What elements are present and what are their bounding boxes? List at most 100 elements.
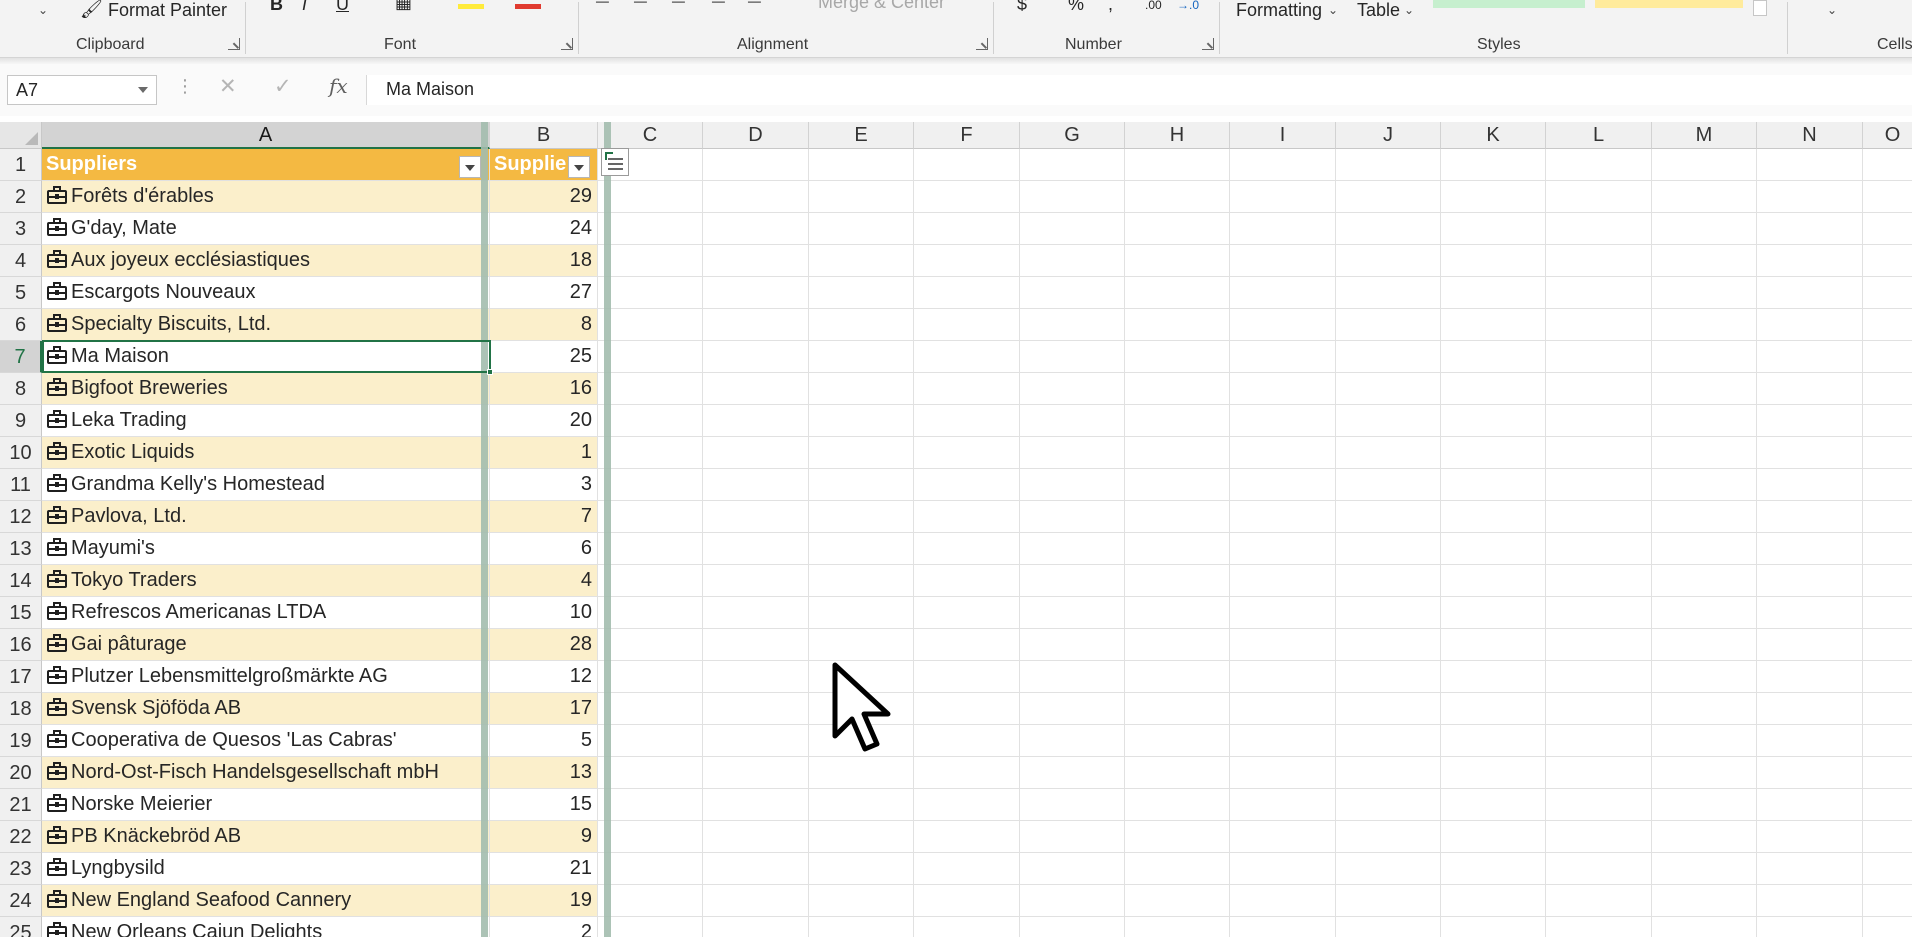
empty-cell[interactable]	[1863, 309, 1912, 341]
empty-cell[interactable]	[1757, 469, 1863, 501]
worksheet-grid[interactable]: A B C D E F G H I J K L M N O 1 Suppliers Supplie 2 Forêts …	[0, 122, 1912, 937]
empty-cell[interactable]	[1546, 213, 1652, 245]
bold-icon[interactable]: B	[270, 0, 283, 15]
empty-cell[interactable]	[1441, 213, 1546, 245]
empty-cell[interactable]	[1441, 181, 1546, 213]
empty-cell[interactable]	[1546, 821, 1652, 853]
align-left-icon[interactable]: ═	[596, 0, 609, 11]
empty-cell[interactable]	[598, 853, 703, 885]
table-cell-supplier[interactable]: Leka Trading	[42, 405, 490, 437]
empty-cell[interactable]	[1020, 213, 1125, 245]
empty-cell[interactable]	[1230, 501, 1336, 533]
column-header-g[interactable]: G	[1020, 122, 1125, 149]
empty-cell[interactable]	[914, 629, 1020, 661]
empty-cell[interactable]	[703, 853, 809, 885]
empty-cell[interactable]	[1230, 693, 1336, 725]
empty-cell[interactable]	[598, 917, 703, 937]
empty-cell[interactable]	[1546, 533, 1652, 565]
empty-cell[interactable]	[598, 181, 703, 213]
empty-cell[interactable]	[703, 373, 809, 405]
empty-cell[interactable]	[1125, 277, 1230, 309]
column-header-j[interactable]: J	[1336, 122, 1441, 149]
increase-decimal-icon[interactable]: .00	[1145, 0, 1162, 12]
empty-cell[interactable]	[703, 597, 809, 629]
empty-cell[interactable]	[1336, 181, 1441, 213]
empty-cell[interactable]	[1546, 501, 1652, 533]
empty-cell[interactable]	[1441, 661, 1546, 693]
empty-cell[interactable]	[1441, 917, 1546, 937]
empty-cell[interactable]	[1757, 309, 1863, 341]
empty-cell[interactable]	[1125, 405, 1230, 437]
empty-cell[interactable]	[1863, 917, 1912, 937]
empty-cell[interactable]	[1125, 373, 1230, 405]
empty-cell[interactable]	[1863, 501, 1912, 533]
empty-cell[interactable]	[1125, 501, 1230, 533]
align-right-icon[interactable]: ═	[672, 0, 685, 11]
empty-cell[interactable]	[598, 757, 703, 789]
empty-cell[interactable]	[1546, 149, 1652, 181]
font-color-icon[interactable]	[515, 4, 541, 9]
empty-cell[interactable]	[809, 597, 914, 629]
empty-cell[interactable]	[703, 213, 809, 245]
filter-dropdown-button[interactable]	[459, 156, 481, 178]
empty-cell[interactable]	[703, 341, 809, 373]
merge-center-button[interactable]: Merge & Center	[818, 0, 945, 13]
empty-cell[interactable]	[914, 437, 1020, 469]
empty-cell[interactable]	[1863, 533, 1912, 565]
empty-cell[interactable]	[1652, 917, 1757, 937]
empty-cell[interactable]	[1336, 245, 1441, 277]
empty-cell[interactable]	[1652, 757, 1757, 789]
empty-cell[interactable]	[1652, 565, 1757, 597]
empty-cell[interactable]	[1757, 693, 1863, 725]
dialog-launcher-icon[interactable]	[228, 38, 240, 50]
table-cell-supplier[interactable]: Norske Meierier	[42, 789, 490, 821]
empty-cell[interactable]	[1125, 149, 1230, 181]
row-header[interactable]: 14	[0, 565, 42, 597]
empty-cell[interactable]	[1863, 629, 1912, 661]
table-cell-supplier[interactable]: Specialty Biscuits, Ltd.	[42, 309, 490, 341]
empty-cell[interactable]	[1652, 629, 1757, 661]
empty-cell[interactable]	[598, 533, 703, 565]
column-header-i[interactable]: I	[1230, 122, 1336, 149]
empty-cell[interactable]	[1652, 661, 1757, 693]
empty-cell[interactable]	[1757, 597, 1863, 629]
empty-cell[interactable]	[809, 181, 914, 213]
empty-cell[interactable]	[1125, 693, 1230, 725]
empty-cell[interactable]	[1336, 501, 1441, 533]
style-swatch-neutral[interactable]	[1595, 0, 1743, 8]
empty-cell[interactable]	[1336, 661, 1441, 693]
empty-cell[interactable]	[1863, 789, 1912, 821]
empty-cell[interactable]	[914, 309, 1020, 341]
empty-cell[interactable]	[1757, 149, 1863, 181]
empty-cell[interactable]	[1441, 277, 1546, 309]
empty-cell[interactable]	[809, 789, 914, 821]
empty-cell[interactable]	[1652, 501, 1757, 533]
empty-cell[interactable]	[1863, 757, 1912, 789]
empty-cell[interactable]	[1441, 533, 1546, 565]
empty-cell[interactable]	[1757, 533, 1863, 565]
empty-cell[interactable]	[1230, 853, 1336, 885]
empty-cell[interactable]	[1020, 373, 1125, 405]
empty-cell[interactable]	[1441, 565, 1546, 597]
empty-cell[interactable]	[1336, 885, 1441, 917]
table-cell-supplier[interactable]: Exotic Liquids	[42, 437, 490, 469]
empty-cell[interactable]	[1863, 885, 1912, 917]
column-header-n[interactable]: N	[1757, 122, 1863, 149]
table-cell-supplier[interactable]: Mayumi's	[42, 533, 490, 565]
empty-cell[interactable]	[1546, 629, 1652, 661]
empty-cell[interactable]	[1020, 853, 1125, 885]
empty-cell[interactable]	[1020, 789, 1125, 821]
empty-cell[interactable]	[1757, 661, 1863, 693]
empty-cell[interactable]	[1652, 405, 1757, 437]
chevron-down-icon[interactable]: ⌄	[1404, 3, 1414, 17]
table-cell-supplier[interactable]: New England Seafood Cannery	[42, 885, 490, 917]
table-cell-supplier[interactable]: Lyngbysild	[42, 853, 490, 885]
table-cell-supplier[interactable]: Escargots Nouveaux	[42, 277, 490, 309]
empty-cell[interactable]	[1125, 661, 1230, 693]
currency-icon[interactable]: $	[1017, 0, 1027, 15]
empty-cell[interactable]	[1546, 341, 1652, 373]
empty-cell[interactable]	[703, 661, 809, 693]
empty-cell[interactable]	[1230, 469, 1336, 501]
empty-cell[interactable]	[1652, 693, 1757, 725]
column-header-m[interactable]: M	[1652, 122, 1757, 149]
